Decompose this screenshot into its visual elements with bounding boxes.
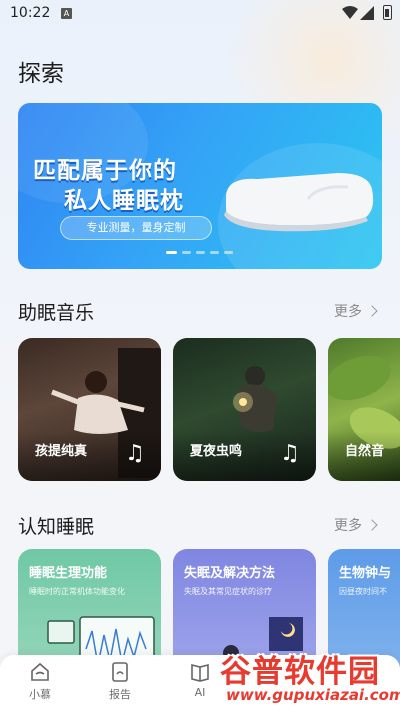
notification-icon: A <box>61 8 72 19</box>
tab-label: 报告 <box>109 688 131 701</box>
music-card-label: 自然音 <box>345 444 385 459</box>
home-icon <box>31 662 49 681</box>
battery-icon <box>383 5 392 20</box>
music-more-link[interactable]: 更多 <box>334 301 378 321</box>
report-icon <box>112 662 128 682</box>
section-title-music: 助眠音乐 <box>18 302 95 324</box>
music-card-childhood[interactable]: 孩提纯真 ♫ <box>18 338 161 481</box>
pagination-dot[interactable] <box>224 251 233 254</box>
tab-home[interactable]: 小慕 <box>10 661 70 702</box>
watermark-logo: 谷普软件园 www.gupuxiazai.com <box>220 646 400 711</box>
promo-banner[interactable]: 匹配属于你的 私人睡眠枕 专业测量，量身定制 <box>18 103 382 269</box>
pagination-dot[interactable] <box>196 251 205 254</box>
music-note-icon: ♫ <box>125 441 145 466</box>
chevron-right-icon <box>366 519 378 531</box>
tab-report[interactable]: 报告 <box>90 661 150 702</box>
cognition-card-subtitle: 因昼夜时间不 <box>339 587 387 596</box>
cognition-card-subtitle: 睡眠时的正常机体功能变化 <box>29 587 125 596</box>
watermark-url: www.gupuxiazai.com <box>226 686 400 704</box>
cognition-card-title: 生物钟与 <box>339 566 392 581</box>
book-icon <box>191 663 209 682</box>
banner-headline-1: 匹配属于你的 <box>33 158 177 184</box>
tab-label: 小慕 <box>29 688 51 701</box>
cognition-card-subtitle: 失眠及其常见症状的诊疗 <box>184 587 272 596</box>
wifi-icon <box>342 6 358 19</box>
more-label: 更多 <box>334 518 362 534</box>
page-title: 探索 <box>18 61 64 87</box>
pillow-image <box>224 173 374 232</box>
status-bar: 10:22 A <box>0 0 400 28</box>
status-time: 10:22 <box>10 5 51 21</box>
music-card-nature[interactable]: 自然音 <box>328 338 400 481</box>
music-card-label: 夏夜虫鸣 <box>190 444 243 459</box>
music-note-icon: ♫ <box>280 441 300 466</box>
chevron-right-icon <box>366 305 378 317</box>
banner-headline-2: 私人睡眠枕 <box>64 188 184 214</box>
cognition-card-title: 失眠及解决方法 <box>184 566 276 581</box>
music-card-label: 孩提纯真 <box>35 444 88 459</box>
music-card-summer-night[interactable]: 夏夜虫鸣 ♫ <box>173 338 316 481</box>
banner-tagline: 专业测量，量身定制 <box>60 216 212 240</box>
cognition-card-title: 睡眠生理功能 <box>29 566 108 581</box>
tab-label: AI <box>194 686 206 699</box>
pagination-dot[interactable] <box>166 251 177 254</box>
section-title-cognition: 认知睡眠 <box>18 516 95 538</box>
cognition-more-link[interactable]: 更多 <box>334 515 378 535</box>
pagination-dot[interactable] <box>210 251 219 254</box>
pagination-dot[interactable] <box>182 251 191 254</box>
banner-pagination <box>166 251 233 254</box>
more-label: 更多 <box>334 304 362 320</box>
signal-icon <box>360 6 374 20</box>
watermark-name: 谷普软件园 <box>220 654 380 690</box>
